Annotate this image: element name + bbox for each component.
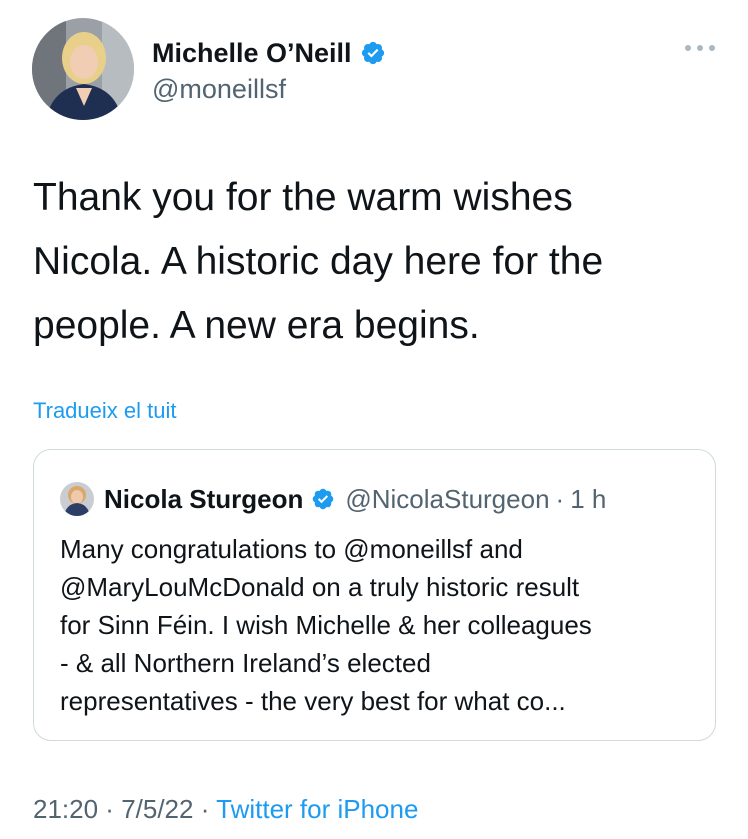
author-avatar-image xyxy=(32,18,134,120)
quoted-tweet-time[interactable]: 1 h xyxy=(570,484,606,515)
tweet-source-link[interactable]: Twitter for iPhone xyxy=(216,794,418,824)
author-avatar[interactable] xyxy=(32,18,134,120)
quoted-tweet-header: Nicola Sturgeon @NicolaSturgeon · 1 h xyxy=(60,482,606,516)
more-dots-icon xyxy=(685,45,715,51)
quoted-author-avatar-image xyxy=(60,482,94,516)
author-handle[interactable]: @moneillsf xyxy=(152,74,286,104)
meta-separator: · xyxy=(193,794,217,824)
tweet-time[interactable]: 21:20 xyxy=(33,794,98,824)
verified-badge-icon xyxy=(313,488,334,510)
quoted-author-name[interactable]: Nicola Sturgeon xyxy=(104,484,303,515)
translate-tweet-link[interactable]: Tradueix el tuit xyxy=(33,398,176,424)
tweet-meta: 21:20 · 7/5/22 · Twitter for iPhone xyxy=(33,794,418,824)
tweet-text: Thank you for the warm wishes Nicola. A … xyxy=(33,176,604,347)
more-options-button[interactable] xyxy=(682,36,718,60)
verified-badge-icon xyxy=(361,41,384,65)
quoted-header-separator: · xyxy=(555,483,565,514)
quoted-author-avatar[interactable] xyxy=(60,482,94,516)
quoted-tweet-text: Many congratulations to @moneillsf and @… xyxy=(60,534,592,716)
quoted-author-handle[interactable]: @NicolaSturgeon xyxy=(345,484,549,515)
tweet-date[interactable]: 7/5/22 xyxy=(121,794,193,824)
author-name[interactable]: Michelle O’Neill xyxy=(152,38,352,68)
meta-separator: · xyxy=(98,794,122,824)
quoted-tweet-card[interactable]: Nicola Sturgeon @NicolaSturgeon · 1 h Ma… xyxy=(33,449,716,741)
author-name-row[interactable]: Michelle O’Neill xyxy=(152,38,386,68)
